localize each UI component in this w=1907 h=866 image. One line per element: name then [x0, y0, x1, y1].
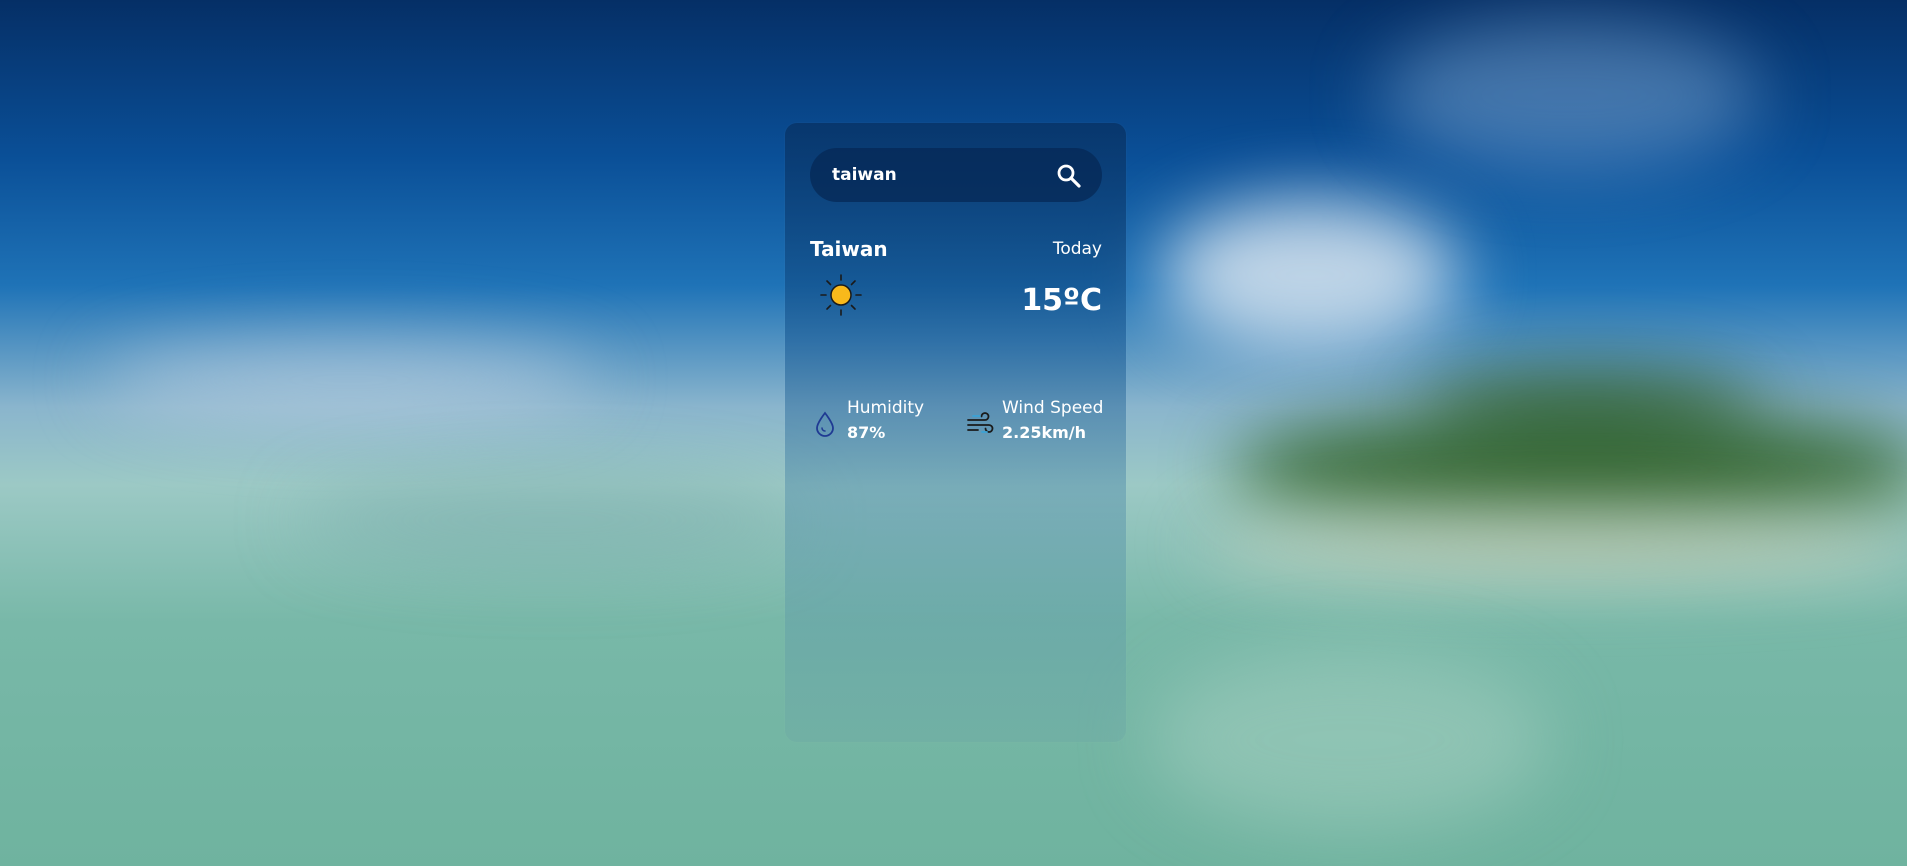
search-input[interactable]: [832, 148, 1032, 202]
sun-icon: [819, 273, 863, 317]
background-cloud: [100, 340, 600, 420]
background-cloud: [1160, 200, 1460, 350]
background-sea: [1150, 650, 1550, 830]
temperature: 15ºC: [1021, 283, 1102, 318]
humidity-value: 87%: [847, 423, 886, 442]
humidity-drop-icon: [810, 409, 840, 439]
background-island: [1230, 410, 1907, 530]
background-cloud: [1380, 20, 1760, 170]
background-shore: [300, 480, 800, 560]
wind-icon: [965, 409, 995, 439]
day-label: Today: [1052, 239, 1102, 259]
humidity-label: Humidity: [847, 398, 925, 418]
background-beach: [1200, 515, 1907, 575]
search-bar: [810, 148, 1102, 202]
wind-label: Wind Speed: [1002, 398, 1104, 418]
weather-card: Taiwan Today 15ºC Humidity 87%: [785, 123, 1126, 742]
wind-value: 2.25km/h: [1002, 423, 1087, 442]
search-icon[interactable]: [1056, 163, 1082, 189]
city-name: Taiwan: [810, 237, 888, 261]
